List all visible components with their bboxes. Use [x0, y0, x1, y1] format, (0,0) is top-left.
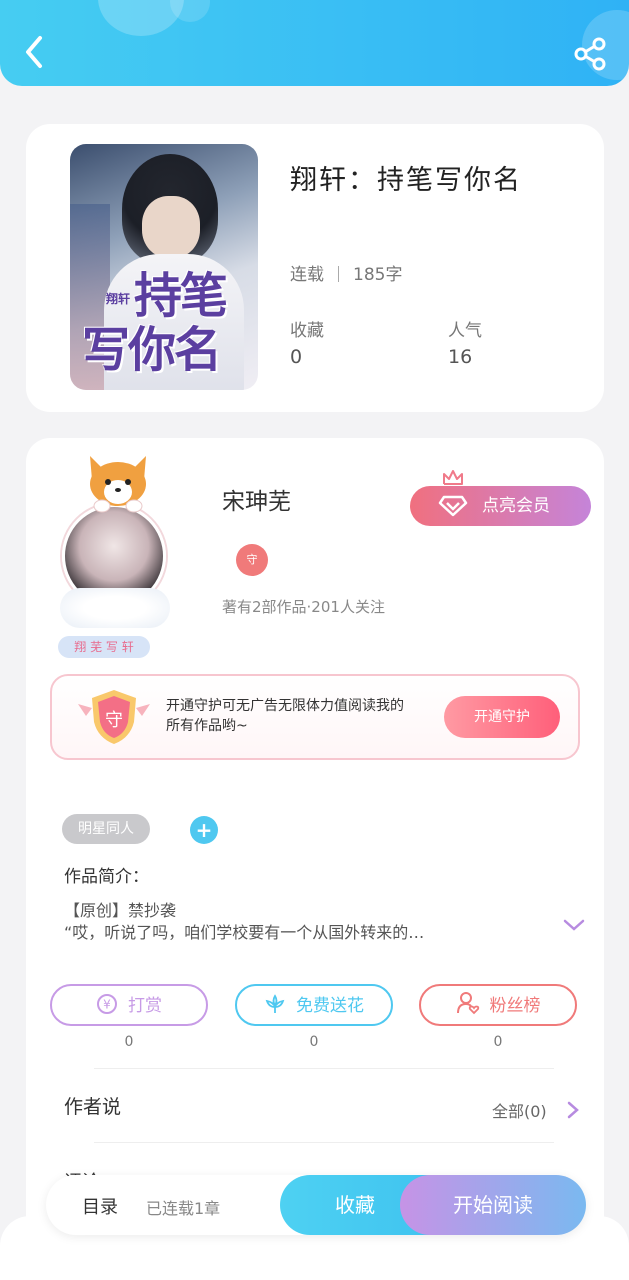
add-tag-button[interactable]: + [190, 816, 218, 844]
cover-face [142, 196, 200, 258]
bottom-action-bar: 目录 已连载1章 收藏 开始阅读 [46, 1175, 586, 1235]
yen-icon: ¥ [97, 994, 117, 1014]
popularity-value: 16 [448, 346, 473, 368]
author-badge: 守 [236, 544, 268, 576]
avatar-ribbon: 翔 芜 写 轩 [58, 636, 150, 658]
fan-rank-button[interactable]: 粉丝榜 [419, 984, 577, 1026]
serial-status: 连载 [290, 265, 324, 285]
author-avatar-frame[interactable]: 翔 芜 写 轩 [52, 448, 192, 658]
svg-text:¥: ¥ [103, 998, 111, 1012]
share-button[interactable] [572, 36, 608, 72]
book-cover[interactable]: 翔轩 持笔 写你名 [70, 144, 258, 390]
fan-icon [456, 992, 479, 1015]
send-flower-label: 免费送花 [296, 996, 364, 1016]
book-title: 翔轩：持笔写你名 [290, 165, 522, 196]
toc-button[interactable]: 目录 [82, 1193, 118, 1219]
category-tag[interactable]: 明星同人 [62, 814, 150, 844]
chevron-left-icon [26, 36, 42, 68]
crown-icon [443, 470, 463, 485]
chevron-down-icon[interactable] [562, 916, 586, 934]
intro-line: “哎，听说了吗，咱们学校要有一个从国外转来的… [64, 923, 425, 942]
vip-label: 点亮会员 [482, 496, 550, 516]
author-says-title: 作者说 [64, 1096, 122, 1118]
divider [94, 1142, 554, 1143]
cloud-decor [60, 588, 170, 628]
divider [94, 1068, 554, 1069]
word-count: 185字 [353, 265, 403, 285]
cover-tag: 翔轩 [106, 292, 131, 306]
shield-char: 守 [105, 710, 123, 731]
open-guard-button[interactable]: 开通守护 [444, 696, 560, 738]
fan-rank-label: 粉丝榜 [489, 996, 541, 1016]
book-status: 连载 185字 [290, 260, 402, 285]
popularity-label: 人气 [448, 321, 482, 341]
send-flower-button[interactable]: 免费送花 [235, 984, 393, 1026]
author-says-all-link[interactable]: 全部(0) [492, 1098, 547, 1122]
fan-count: 0 [493, 1034, 503, 1050]
author-card: 翔 芜 写 轩 宋珅芜 点亮会员 守 著有2部作品·201人关注 守 开通守护可… [26, 438, 604, 1280]
diamond-icon [438, 495, 468, 517]
chevron-right-icon[interactable] [566, 1100, 580, 1120]
author-meta: 著有2部作品·201人关注 [222, 598, 385, 616]
chapter-count: 已连载1章 [146, 1199, 221, 1218]
intro-label: 作品简介： [64, 867, 149, 887]
corgi-icon [90, 456, 146, 513]
flower-icon [265, 994, 285, 1013]
vip-button[interactable]: 点亮会员 [410, 486, 591, 526]
divider [338, 266, 339, 282]
flower-count: 0 [309, 1034, 319, 1050]
back-button[interactable] [20, 32, 50, 72]
reward-button[interactable]: ¥ 打赏 [50, 984, 208, 1026]
favorites-value: 0 [290, 346, 303, 368]
guard-banner: 守 开通守护可无广告无限体力值阅读我的所有作品哟~ 开通守护 [50, 674, 580, 760]
guard-text: 开通守护可无广告无限体力值阅读我的所有作品哟~ [166, 698, 404, 734]
author-name[interactable]: 宋珅芜 [222, 482, 291, 516]
intro-text: 【原创】禁抄袭 “哎，听说了吗，咱们学校要有一个从国外转来的… [64, 900, 544, 944]
share-icon [574, 37, 606, 71]
reward-label: 打赏 [128, 996, 162, 1016]
start-reading-button[interactable]: 开始阅读 [400, 1175, 586, 1235]
intro-line: 【原创】禁抄袭 [64, 901, 177, 920]
reward-count: 0 [124, 1034, 134, 1050]
top-bar [0, 0, 629, 86]
book-info-card: 翔轩 持笔 写你名 翔轩：持笔写你名 连载 185字 收藏 0 人气 16 [26, 124, 604, 412]
favorites-label: 收藏 [290, 321, 324, 341]
cover-title-line2: 写你名 [82, 322, 222, 378]
shield-icon: 守 [78, 690, 150, 744]
